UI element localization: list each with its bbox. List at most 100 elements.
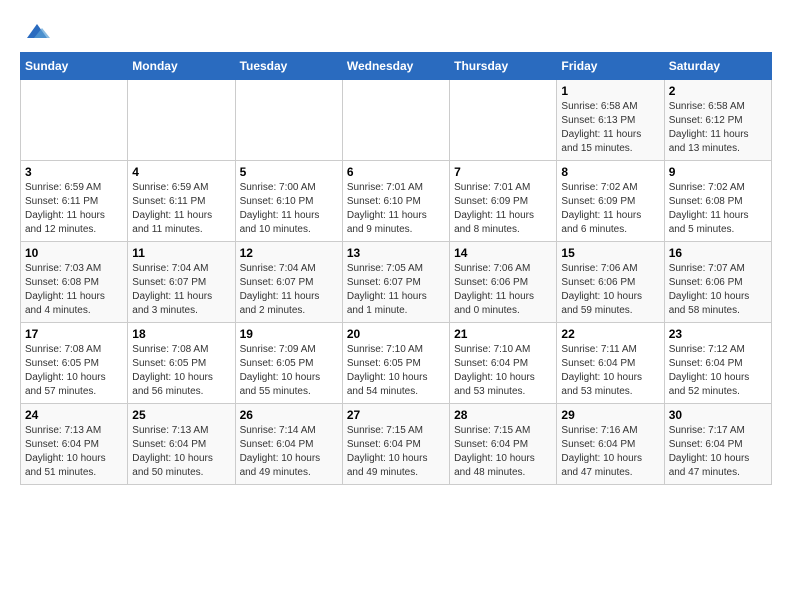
page-header: [20, 20, 772, 42]
day-info: Sunrise: 7:13 AM Sunset: 6:04 PM Dayligh…: [132, 424, 230, 480]
day-number: 28: [454, 408, 552, 422]
day-info: Sunrise: 6:59 AM Sunset: 6:11 PM Dayligh…: [25, 181, 123, 237]
calendar-day-cell: 9Sunrise: 7:02 AM Sunset: 6:08 PM Daylig…: [664, 161, 771, 242]
day-info: Sunrise: 7:06 AM Sunset: 6:06 PM Dayligh…: [454, 262, 552, 318]
day-info: Sunrise: 7:03 AM Sunset: 6:08 PM Dayligh…: [25, 262, 123, 318]
day-number: 16: [669, 246, 767, 260]
day-info: Sunrise: 7:12 AM Sunset: 6:04 PM Dayligh…: [669, 343, 767, 399]
day-number: 25: [132, 408, 230, 422]
calendar-day-cell: 13 Sunrise: 7:05 AM Sunset: 6:07 PM Dayli…: [342, 242, 449, 323]
weekday-header-monday: Monday: [128, 53, 235, 80]
calendar-day-cell: 21 Sunrise: 7:10 AM Sunset: 6:04 PM Dayli…: [450, 323, 557, 404]
calendar-day-cell: 16 Sunrise: 7:07 AM Sunset: 6:06 PM Dayli…: [664, 242, 771, 323]
day-info: Sunrise: 7:05 AM Sunset: 6:07 PM Dayligh…: [347, 262, 445, 318]
weekday-header-thursday: Thursday: [450, 53, 557, 80]
calendar-week-row: 24Sunrise: 7:13 AM Sunset: 6:04 PM Dayli…: [21, 404, 772, 485]
day-number: 13: [347, 246, 445, 260]
calendar-day-cell: 14 Sunrise: 7:06 AM Sunset: 6:06 PM Dayli…: [450, 242, 557, 323]
calendar-day-cell: [21, 80, 128, 161]
day-number: 14: [454, 246, 552, 260]
calendar-table: SundayMondayTuesdayWednesdayThursdayFrid…: [20, 52, 772, 485]
calendar-day-cell: [450, 80, 557, 161]
calendar-day-cell: 23 Sunrise: 7:12 AM Sunset: 6:04 PM Dayli…: [664, 323, 771, 404]
weekday-header-friday: Friday: [557, 53, 664, 80]
day-info: Sunrise: 7:04 AM Sunset: 6:07 PM Dayligh…: [132, 262, 230, 318]
calendar-day-cell: [235, 80, 342, 161]
day-info: Sunrise: 7:04 AM Sunset: 6:07 PM Dayligh…: [240, 262, 338, 318]
calendar-day-cell: 8Sunrise: 7:02 AM Sunset: 6:09 PM Daylig…: [557, 161, 664, 242]
day-number: 19: [240, 327, 338, 341]
day-info: Sunrise: 7:13 AM Sunset: 6:04 PM Dayligh…: [25, 424, 123, 480]
day-info: Sunrise: 7:06 AM Sunset: 6:06 PM Dayligh…: [561, 262, 659, 318]
calendar-day-cell: 24Sunrise: 7:13 AM Sunset: 6:04 PM Dayli…: [21, 404, 128, 485]
calendar-day-cell: 5 Sunrise: 7:00 AM Sunset: 6:10 PM Daylig…: [235, 161, 342, 242]
day-info: Sunrise: 7:01 AM Sunset: 6:10 PM Dayligh…: [347, 181, 445, 237]
calendar-day-cell: [342, 80, 449, 161]
weekday-header-tuesday: Tuesday: [235, 53, 342, 80]
day-info: Sunrise: 7:16 AM Sunset: 6:04 PM Dayligh…: [561, 424, 659, 480]
weekday-header-sunday: Sunday: [21, 53, 128, 80]
day-number: 26: [240, 408, 338, 422]
day-number: 17: [25, 327, 123, 341]
calendar-day-cell: 28 Sunrise: 7:15 AM Sunset: 6:04 PM Dayli…: [450, 404, 557, 485]
calendar-day-cell: 25 Sunrise: 7:13 AM Sunset: 6:04 PM Dayli…: [128, 404, 235, 485]
calendar-day-cell: 19 Sunrise: 7:09 AM Sunset: 6:05 PM Dayli…: [235, 323, 342, 404]
day-number: 7: [454, 165, 552, 179]
day-number: 5: [240, 165, 338, 179]
day-info: Sunrise: 7:15 AM Sunset: 6:04 PM Dayligh…: [347, 424, 445, 480]
calendar-day-cell: 30 Sunrise: 7:17 AM Sunset: 6:04 PM Dayli…: [664, 404, 771, 485]
day-info: Sunrise: 6:58 AM Sunset: 6:13 PM Dayligh…: [561, 100, 659, 156]
calendar-day-cell: 22Sunrise: 7:11 AM Sunset: 6:04 PM Dayli…: [557, 323, 664, 404]
day-info: Sunrise: 7:10 AM Sunset: 6:04 PM Dayligh…: [454, 343, 552, 399]
weekday-header-wednesday: Wednesday: [342, 53, 449, 80]
day-info: Sunrise: 7:14 AM Sunset: 6:04 PM Dayligh…: [240, 424, 338, 480]
day-number: 30: [669, 408, 767, 422]
day-number: 2: [669, 84, 767, 98]
weekday-header-saturday: Saturday: [664, 53, 771, 80]
calendar-week-row: 3 Sunrise: 6:59 AM Sunset: 6:11 PM Daylig…: [21, 161, 772, 242]
day-info: Sunrise: 7:08 AM Sunset: 6:05 PM Dayligh…: [25, 343, 123, 399]
day-info: Sunrise: 7:09 AM Sunset: 6:05 PM Dayligh…: [240, 343, 338, 399]
day-info: Sunrise: 6:59 AM Sunset: 6:11 PM Dayligh…: [132, 181, 230, 237]
calendar-day-cell: 12 Sunrise: 7:04 AM Sunset: 6:07 PM Dayli…: [235, 242, 342, 323]
calendar-day-cell: 2 Sunrise: 6:58 AM Sunset: 6:12 PM Daylig…: [664, 80, 771, 161]
calendar-day-cell: 15Sunrise: 7:06 AM Sunset: 6:06 PM Dayli…: [557, 242, 664, 323]
day-info: Sunrise: 7:07 AM Sunset: 6:06 PM Dayligh…: [669, 262, 767, 318]
day-info: Sunrise: 7:10 AM Sunset: 6:05 PM Dayligh…: [347, 343, 445, 399]
day-info: Sunrise: 7:01 AM Sunset: 6:09 PM Dayligh…: [454, 181, 552, 237]
day-info: Sunrise: 7:15 AM Sunset: 6:04 PM Dayligh…: [454, 424, 552, 480]
day-number: 20: [347, 327, 445, 341]
day-number: 4: [132, 165, 230, 179]
day-number: 8: [561, 165, 659, 179]
calendar-day-cell: 1 Sunrise: 6:58 AM Sunset: 6:13 PM Daylig…: [557, 80, 664, 161]
calendar-day-cell: 7 Sunrise: 7:01 AM Sunset: 6:09 PM Daylig…: [450, 161, 557, 242]
day-info: Sunrise: 7:00 AM Sunset: 6:10 PM Dayligh…: [240, 181, 338, 237]
calendar-week-row: 17 Sunrise: 7:08 AM Sunset: 6:05 PM Dayli…: [21, 323, 772, 404]
calendar-week-row: 1 Sunrise: 6:58 AM Sunset: 6:13 PM Daylig…: [21, 80, 772, 161]
day-number: 27: [347, 408, 445, 422]
day-number: 29: [561, 408, 659, 422]
day-info: Sunrise: 7:08 AM Sunset: 6:05 PM Dayligh…: [132, 343, 230, 399]
calendar-day-cell: [128, 80, 235, 161]
calendar-day-cell: 29 Sunrise: 7:16 AM Sunset: 6:04 PM Dayli…: [557, 404, 664, 485]
calendar-day-cell: 11 Sunrise: 7:04 AM Sunset: 6:07 PM Dayli…: [128, 242, 235, 323]
day-number: 10: [25, 246, 123, 260]
day-number: 6: [347, 165, 445, 179]
calendar-day-cell: 6 Sunrise: 7:01 AM Sunset: 6:10 PM Daylig…: [342, 161, 449, 242]
day-info: Sunrise: 7:02 AM Sunset: 6:08 PM Dayligh…: [669, 181, 767, 237]
day-number: 23: [669, 327, 767, 341]
day-number: 22: [561, 327, 659, 341]
logo: [20, 20, 52, 42]
calendar-day-cell: 20 Sunrise: 7:10 AM Sunset: 6:05 PM Dayli…: [342, 323, 449, 404]
day-info: Sunrise: 6:58 AM Sunset: 6:12 PM Dayligh…: [669, 100, 767, 156]
calendar-day-cell: 17 Sunrise: 7:08 AM Sunset: 6:05 PM Dayli…: [21, 323, 128, 404]
calendar-week-row: 10 Sunrise: 7:03 AM Sunset: 6:08 PM Dayli…: [21, 242, 772, 323]
day-number: 21: [454, 327, 552, 341]
day-number: 3: [25, 165, 123, 179]
day-number: 12: [240, 246, 338, 260]
day-number: 11: [132, 246, 230, 260]
day-number: 1: [561, 84, 659, 98]
calendar-header-row: SundayMondayTuesdayWednesdayThursdayFrid…: [21, 53, 772, 80]
day-info: Sunrise: 7:17 AM Sunset: 6:04 PM Dayligh…: [669, 424, 767, 480]
day-number: 18: [132, 327, 230, 341]
